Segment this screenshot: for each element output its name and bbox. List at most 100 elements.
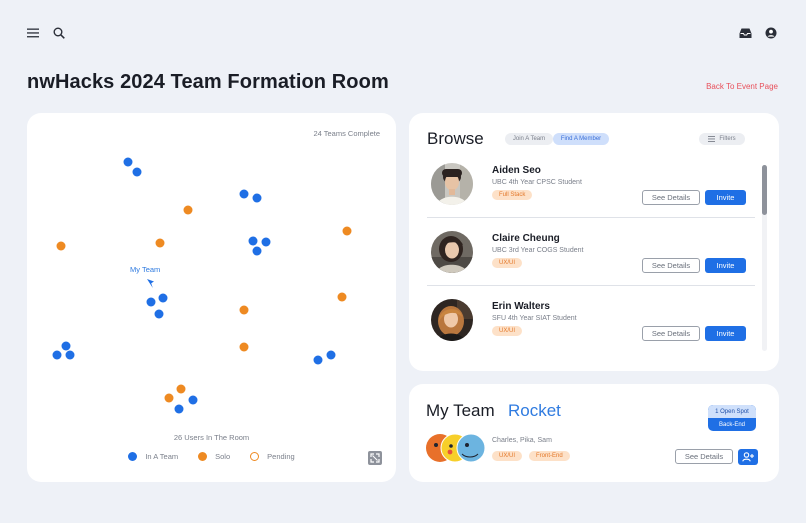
see-details-button[interactable]: See Details [642,190,700,205]
legend-label: Solo [215,452,231,461]
room-map-card: 24 Teams Complete My Team 26 Users In Th… [27,113,396,482]
solo-dot [183,205,193,215]
solo-dot [342,226,352,236]
member-card[interactable]: Erin Walters SFU 4th Year SIAT Student U… [427,297,755,363]
solo-dot-icon [198,452,208,461]
user-dot [174,404,184,414]
my-team-title: My Team [426,401,495,420]
solo-dot [56,241,66,251]
user-dot [65,350,75,360]
member-description: UBC 4th Year CPSC Student [492,179,582,186]
user-dot [158,293,168,303]
solo-dot [239,305,249,315]
divider [427,285,755,286]
user-dot [132,167,142,177]
user-dot [123,157,133,167]
member-avatar [431,163,473,205]
user-dot [154,309,164,319]
team-see-details-button[interactable]: See Details [675,449,733,464]
inbox-icon[interactable] [736,24,754,42]
scrollbar-thumb[interactable] [762,165,767,215]
solo-dot [155,238,165,248]
user-dot [239,189,249,199]
browse-title: Browse [427,129,484,148]
invite-button[interactable]: Invite [705,258,746,273]
member-avatar [431,299,473,341]
filters-button[interactable]: Filters [699,133,745,145]
user-dot [61,341,71,351]
users-count: 26 Users In The Room [173,433,250,442]
invite-button[interactable]: Invite [705,190,746,205]
member-name: Erin Walters [492,301,550,312]
my-team-pointer-icon [147,279,154,288]
menu-icon[interactable] [24,24,42,42]
squirtle-avatar [456,433,486,463]
team-role-tag: Front-End [529,451,570,461]
expand-icon[interactable] [368,451,382,465]
team-cluster[interactable] [239,189,262,203]
user-dot [313,355,323,365]
solo-dot [239,342,249,352]
legend-in-team: In A Team [128,452,178,461]
divider [427,217,755,218]
tab-join-a-team[interactable]: Join A Team [505,133,553,145]
my-team-label: My Team [130,265,161,274]
invite-button[interactable]: Invite [705,326,746,341]
my-team-cluster[interactable] [146,293,168,319]
tab-find-a-member[interactable]: Find A Member [553,133,609,145]
open-spot-badge[interactable]: 1 Open Spot Back-End [708,405,756,431]
team-name: Rocket [508,401,561,420]
member-list-scrollbar[interactable] [762,165,767,351]
legend-label: In A Team [145,452,179,461]
page-title: nwHacks 2024 Team Formation Room [27,71,389,93]
solo-users[interactable] [56,205,352,403]
team-role-tag: UX/UI [492,451,523,461]
user-dot [252,246,262,256]
user-dot [252,193,262,203]
user-dot [326,350,336,360]
team-cluster[interactable] [123,157,142,177]
team-member-names: Charles, Pika, Sam [492,437,552,444]
open-role: Back-End [718,421,745,428]
my-team-card: My Team Rocket 1 Open Spot Back-End Char… [409,384,779,482]
search-icon[interactable] [50,24,68,42]
browse-card: Browse Join A Team Find A Member Filters… [409,113,779,371]
profile-icon[interactable] [762,24,780,42]
team-cluster[interactable] [52,341,75,360]
map-legend: In A Team Solo Pending [27,452,396,461]
top-bar [0,0,806,60]
user-dot [188,395,198,405]
team-member-avatars [426,432,486,464]
member-role-tag: UX/UI [492,258,523,268]
see-details-button[interactable]: See Details [642,258,700,273]
legend-pending: Pending [250,452,295,461]
user-dot [146,297,156,307]
in-team-dot-icon [128,452,138,461]
pending-dot-icon [250,452,260,461]
room-map[interactable] [27,113,396,482]
add-user-button[interactable] [738,449,758,465]
solo-dot [176,384,186,394]
member-role-tag: Full Stack [492,190,533,200]
member-name: Claire Cheung [492,233,560,244]
solo-dot [337,292,347,302]
see-details-button[interactable]: See Details [642,326,700,341]
user-dot [52,350,62,360]
open-spot-count: 1 Open Spot [708,405,756,418]
team-cluster[interactable] [313,350,336,365]
member-name: Aiden Seo [492,165,541,176]
add-user-icon [742,452,754,462]
legend-solo: Solo [198,452,230,461]
legend-label: Pending [267,452,295,461]
filters-label: Filters [719,136,736,142]
member-description: UBC 3rd Year COGS Student [492,247,584,254]
user-dot [248,236,258,246]
member-role-tag: UX/UI [492,326,523,336]
team-cluster[interactable] [174,395,198,414]
solo-dot [164,393,174,403]
team-cluster[interactable] [248,236,271,256]
filter-icon [708,136,716,142]
member-avatar [431,231,473,273]
back-to-event-link[interactable]: Back To Event Page [706,82,778,91]
member-description: SFU 4th Year SIAT Student [492,315,577,322]
